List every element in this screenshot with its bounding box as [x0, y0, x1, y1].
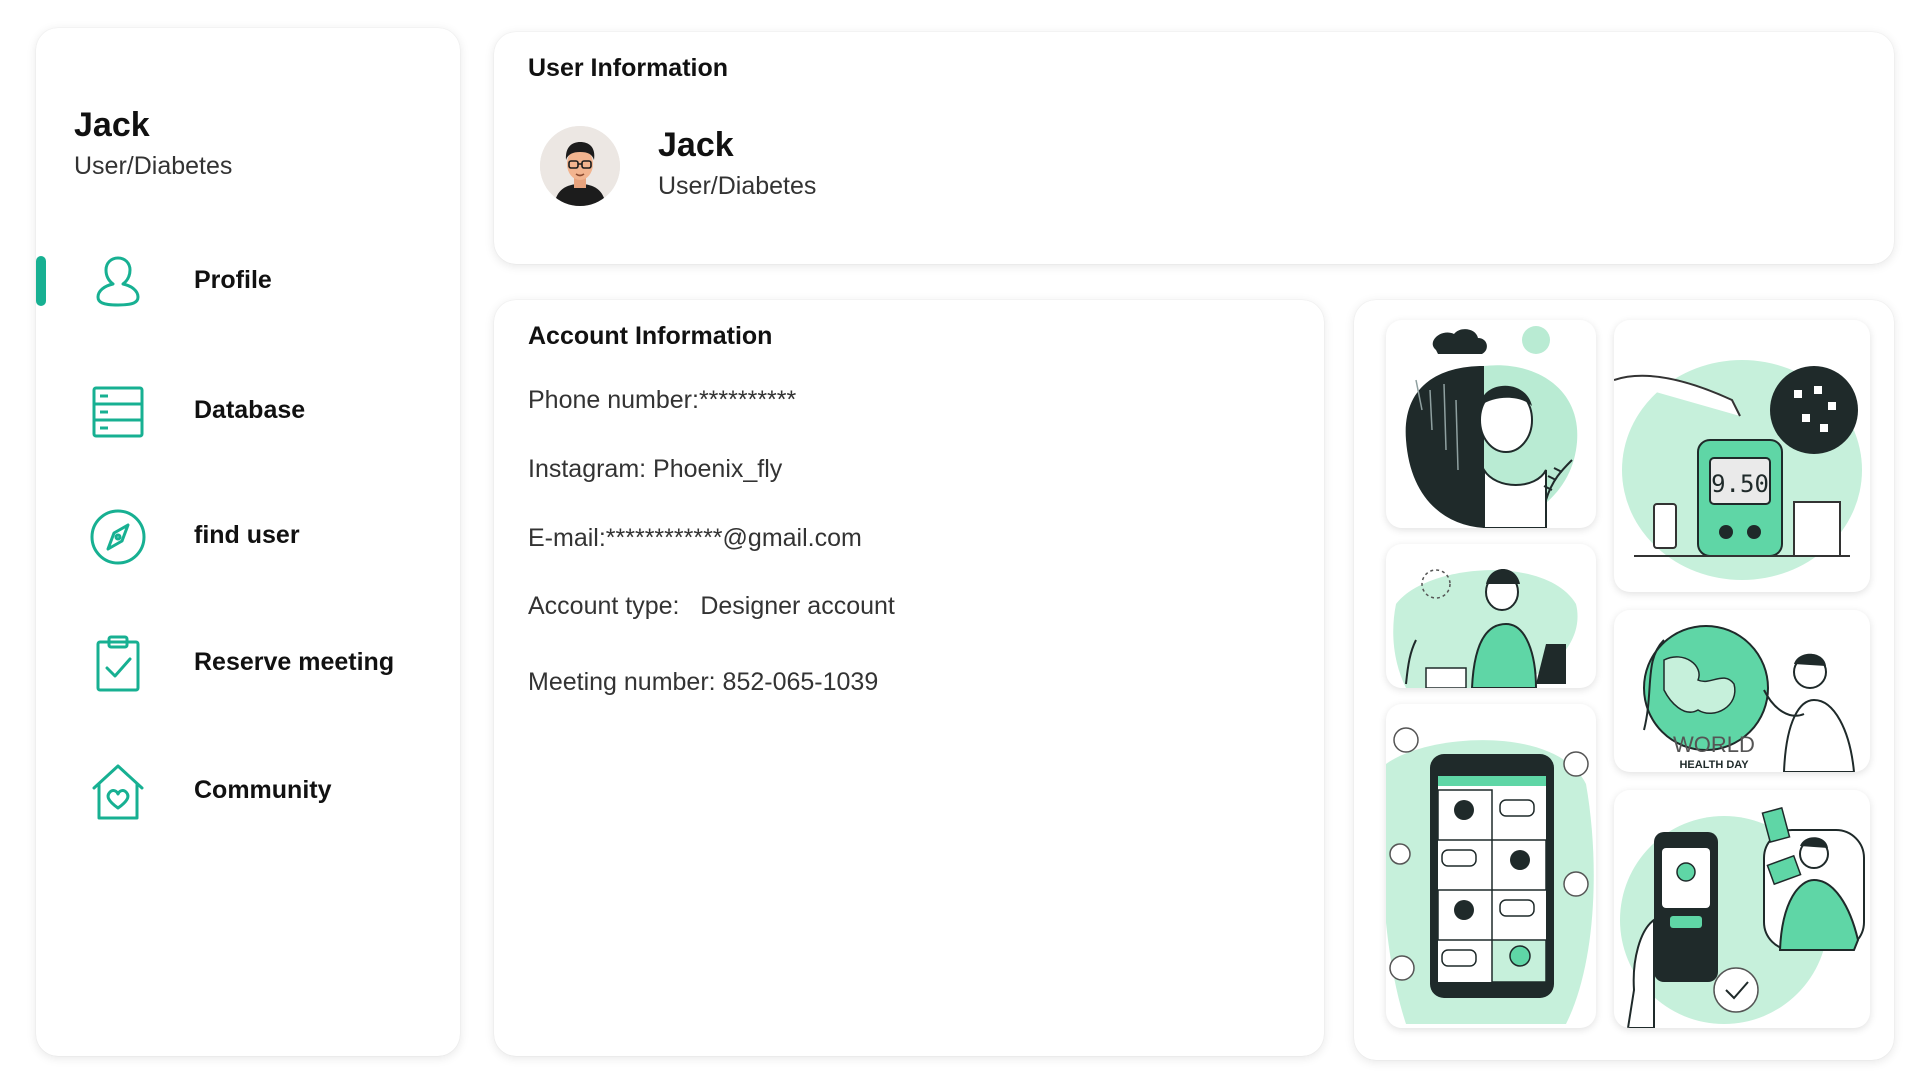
glucose-meter-illustration: 9.50 [1614, 320, 1870, 592]
phone-number-text: Phone number:********** [528, 386, 797, 414]
sidebar-user-role: User/Diabetes [74, 152, 233, 180]
sidebar-item-label: find user [194, 521, 300, 549]
avatar [540, 126, 620, 206]
sidebar-item-profile[interactable]: Profile [36, 232, 460, 332]
illustration-gallery: 9.50 WORLD HEALTH DAY [1354, 300, 1894, 1060]
user-icon [96, 256, 140, 307]
sidebar-item-community[interactable]: Community [36, 742, 460, 842]
glucose-reading: 9.50 [1711, 470, 1769, 498]
sidebar: Jack User/Diabetes Profile Database find… [36, 28, 460, 1056]
email-text: E-mail:************@gmail.com [528, 524, 862, 552]
mental-health-illustration [1386, 320, 1596, 528]
user-information-title: User Information [528, 54, 729, 82]
sidebar-item-label: Database [194, 396, 306, 424]
compass-icon [90, 509, 146, 565]
house-heart-icon [92, 764, 144, 820]
user-name: Jack [658, 126, 734, 164]
user-information-card: User Information Jack User/Diabetes [494, 32, 1894, 264]
lab-scientist-illustration [1386, 544, 1596, 688]
sidebar-item-find-user[interactable]: find user [36, 487, 460, 587]
avatar-illustration-icon [540, 126, 620, 206]
sidebar-item-label: Profile [194, 266, 272, 294]
sidebar-item-label: Reserve meeting [194, 648, 395, 676]
account-information-title: Account Information [528, 322, 773, 350]
account-type-text: Account type: Designer account [528, 592, 895, 620]
video-chat-illustration [1386, 704, 1596, 1028]
account-information-card: Account Information Phone number:*******… [494, 300, 1324, 1056]
instagram-text: Instagram: Phoenix_fly [528, 455, 783, 483]
clipboard-check-icon [96, 635, 140, 692]
sidebar-item-database[interactable]: Database [36, 362, 460, 462]
user-role: User/Diabetes [658, 172, 817, 200]
mobile-payment-illustration [1614, 790, 1870, 1028]
database-icon [92, 386, 144, 438]
sidebar-item-label: Community [194, 776, 332, 804]
world-text: WORLD [1673, 732, 1755, 757]
meeting-number-text: Meeting number: 852-065-1039 [528, 668, 879, 696]
sidebar-item-reserve-meeting[interactable]: Reserve meeting [36, 614, 460, 714]
health-day-text: HEALTH DAY [1679, 759, 1749, 771]
sidebar-user-name: Jack [74, 106, 150, 144]
world-health-day-illustration: WORLD HEALTH DAY [1614, 610, 1870, 772]
active-indicator [36, 256, 46, 306]
